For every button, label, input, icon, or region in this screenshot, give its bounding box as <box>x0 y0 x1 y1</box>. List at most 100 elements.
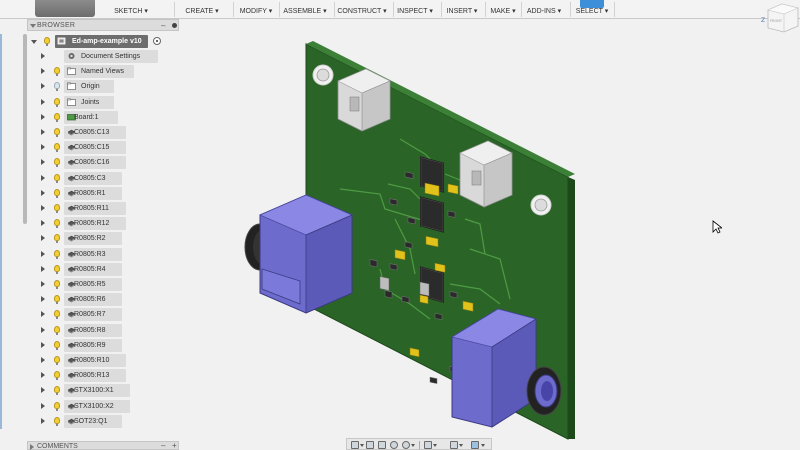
collapse-triangle-icon[interactable] <box>30 24 36 28</box>
expand-icon[interactable] <box>41 129 45 135</box>
visibility-bulb-icon[interactable] <box>54 158 60 168</box>
comments-panel[interactable]: COMMENTS – + <box>27 441 179 450</box>
expand-icon[interactable] <box>41 357 45 363</box>
tree-item[interactable]: Joints <box>27 95 179 109</box>
expand-icon[interactable] <box>41 83 45 90</box>
activate-radio[interactable] <box>153 37 161 45</box>
menu-add-ins[interactable]: ADD-INS ▾ <box>523 6 565 18</box>
expand-icon[interactable] <box>41 311 45 318</box>
expand-icon[interactable] <box>41 98 45 105</box>
expand-icon[interactable] <box>41 341 45 348</box>
tree-item[interactable]: R0805:R9 <box>27 338 179 352</box>
tree-item[interactable]: C0805:C13 <box>27 126 179 139</box>
expand-icon[interactable] <box>41 250 45 257</box>
expand-icon[interactable] <box>41 113 45 120</box>
expand-icon[interactable] <box>41 372 45 379</box>
pin-icon[interactable] <box>172 23 177 28</box>
visibility-bulb-icon[interactable] <box>54 219 60 229</box>
expand-icon[interactable] <box>41 220 45 227</box>
visibility-bulb-icon[interactable] <box>54 295 60 305</box>
visibility-bulb-icon[interactable] <box>54 401 60 411</box>
expand-icon[interactable] <box>41 68 45 75</box>
audio-jack-left[interactable] <box>244 194 354 314</box>
expand-icon[interactable] <box>41 387 45 394</box>
expand-icon[interactable] <box>41 235 45 242</box>
tree-item[interactable]: R0805:R3 <box>27 247 179 261</box>
tree-item[interactable]: R0805:R7 <box>27 308 179 322</box>
add-comment-icon[interactable]: + <box>172 441 177 450</box>
visibility-bulb-icon[interactable] <box>54 416 60 426</box>
expand-icon[interactable] <box>41 144 45 151</box>
menu-sketch[interactable]: SKETCH ▾ <box>109 6 153 18</box>
menu-insert[interactable]: INSERT ▾ <box>442 6 482 18</box>
visibility-bulb-icon[interactable] <box>54 188 60 198</box>
visibility-bulb-icon[interactable] <box>54 371 60 381</box>
tree-item[interactable]: Origin <box>27 80 179 94</box>
visibility-bulb-icon[interactable] <box>54 173 60 183</box>
tree-item[interactable]: R0805:R8 <box>27 323 179 337</box>
visibility-bulb-icon[interactable] <box>54 340 60 350</box>
visibility-bulb-icon[interactable] <box>44 37 50 46</box>
browser-header[interactable]: BROWSER – <box>27 19 179 31</box>
tree-item[interactable]: R0805:R2 <box>27 232 179 246</box>
visibility-bulb-icon[interactable] <box>54 310 60 320</box>
expand-icon[interactable] <box>41 296 45 303</box>
menu-create[interactable]: CREATE ▾ <box>180 6 224 18</box>
tree-item[interactable]: R0805:R1 <box>27 186 179 200</box>
tree-item[interactable]: R0805:R11 <box>27 202 179 215</box>
menu-inspect[interactable]: INSPECT ▾ <box>394 6 436 18</box>
tree-item[interactable]: SOT23:Q1 <box>27 414 179 428</box>
visibility-bulb-icon[interactable] <box>54 264 60 274</box>
expand-icon[interactable] <box>41 159 45 166</box>
expand-icon[interactable] <box>41 189 45 196</box>
tree-item[interactable]: C0805:C15 <box>27 141 179 155</box>
minimize-icon[interactable]: – <box>161 22 165 30</box>
tree-item[interactable]: Named Views <box>27 65 179 79</box>
visibility-bulb-icon[interactable] <box>54 67 60 77</box>
tree-item[interactable]: C0805:C16 <box>27 156 179 170</box>
expand-triangle-icon[interactable] <box>30 444 34 450</box>
menu-construct[interactable]: CONSTRUCT ▾ <box>336 6 388 18</box>
visibility-bulb-icon[interactable] <box>54 280 60 289</box>
tree-item[interactable]: Document Settings <box>27 50 179 63</box>
tree-item[interactable]: STX3100:X1 <box>27 384 179 398</box>
expand-icon[interactable] <box>41 265 45 272</box>
tree-item[interactable]: STX3100:X2 <box>27 399 179 413</box>
tree-item[interactable]: C0805:C3 <box>27 171 179 185</box>
visibility-bulb-icon[interactable] <box>54 112 60 122</box>
visibility-bulb-icon[interactable] <box>54 204 60 213</box>
tree-item[interactable]: R0805:R5 <box>27 278 179 291</box>
visibility-bulb-icon[interactable] <box>54 325 60 335</box>
menu-modify[interactable]: MODIFY ▾ <box>234 6 278 18</box>
visibility-bulb-icon[interactable] <box>54 249 60 259</box>
expand-icon[interactable] <box>41 174 45 181</box>
tree-item[interactable]: R0805:R12 <box>27 217 179 231</box>
expand-icon[interactable] <box>41 417 45 424</box>
tree-item[interactable]: R0805:R4 <box>27 262 179 276</box>
visibility-bulb-icon[interactable] <box>54 128 60 137</box>
menu-select[interactable]: SELECT ▾ <box>572 6 612 18</box>
expand-icon[interactable] <box>41 53 45 59</box>
menu-make[interactable]: MAKE ▾ <box>487 6 519 18</box>
expand-icon[interactable] <box>41 402 45 409</box>
workspace-tab[interactable] <box>35 0 95 17</box>
expand-icon[interactable] <box>41 205 45 211</box>
tree-item[interactable]: R0805:R13 <box>27 369 179 383</box>
tree-item[interactable]: R0805:R6 <box>27 293 179 307</box>
expand-icon[interactable] <box>41 326 45 333</box>
visibility-bulb-icon[interactable] <box>54 143 60 153</box>
visibility-bulb-icon[interactable] <box>54 82 60 92</box>
minimize-icon[interactable]: – <box>161 441 165 450</box>
expand-icon[interactable] <box>31 40 37 44</box>
visibility-bulb-icon[interactable] <box>54 386 60 396</box>
menu-assemble[interactable]: ASSEMBLE ▾ <box>280 6 330 18</box>
visibility-bulb-icon[interactable] <box>54 356 60 365</box>
tree-root[interactable]: Ed-amp-example v10 <box>27 35 179 48</box>
tree-item[interactable]: Board:1 <box>27 110 179 124</box>
expand-icon[interactable] <box>41 281 45 287</box>
canvas-viewport[interactable] <box>180 19 800 450</box>
visibility-bulb-icon[interactable] <box>54 97 60 107</box>
white-connector[interactable] <box>459 140 513 208</box>
visibility-bulb-icon[interactable] <box>54 234 60 244</box>
tree-item[interactable]: R0805:R10 <box>27 354 179 367</box>
